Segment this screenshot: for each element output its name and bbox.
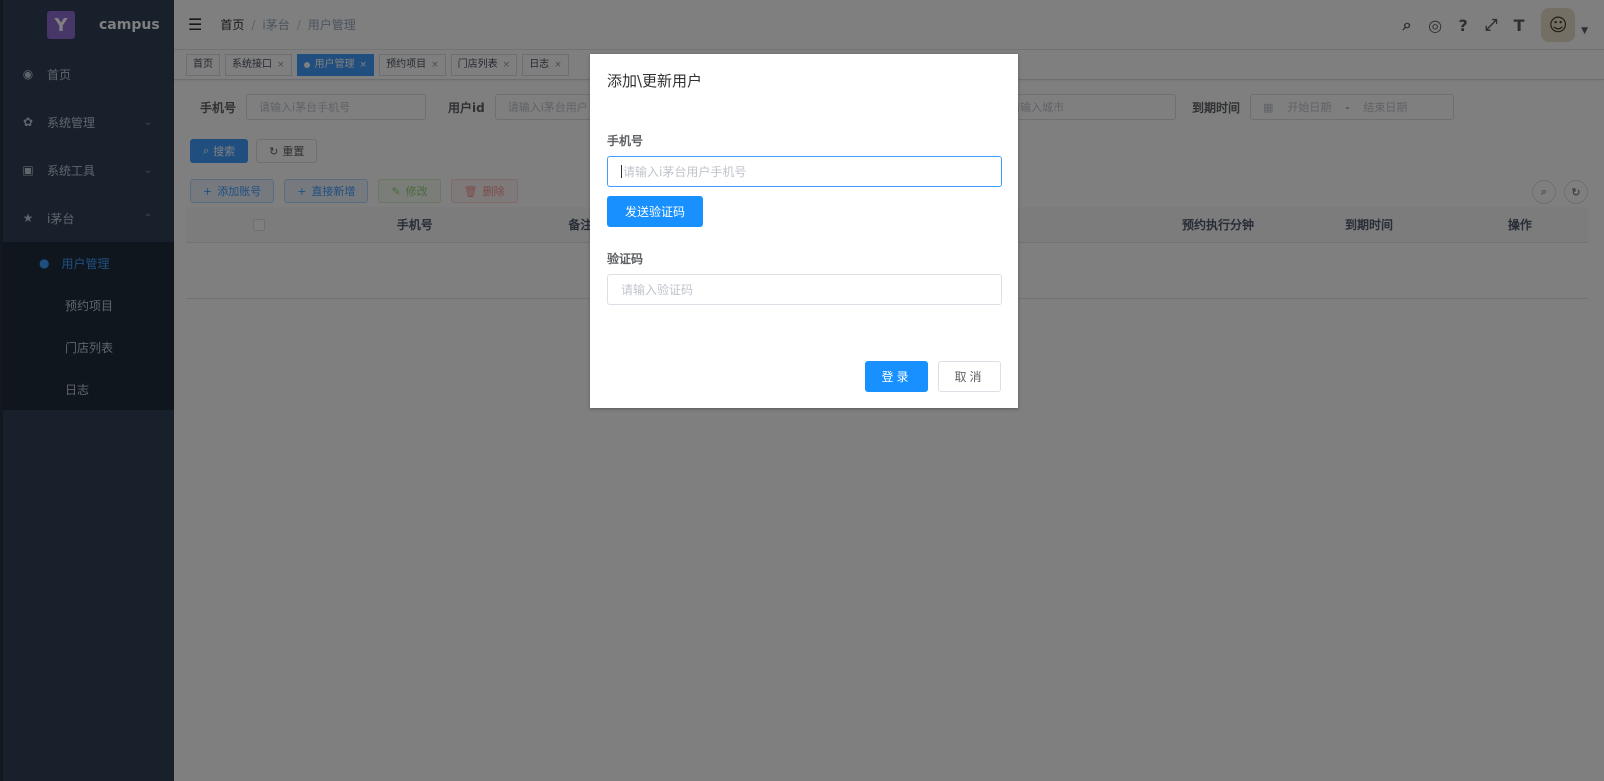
add-update-user-dialog: 添加\更新用户 手机号 请输入i茅台用户手机号 发送验证码 验证码 请输入验证码… [590, 54, 1018, 408]
placeholder-text: 请输入验证码 [621, 283, 694, 297]
code-field-label: 验证码 [607, 252, 644, 266]
send-code-button[interactable]: 发送验证码 [607, 196, 703, 227]
cancel-button[interactable]: 取消 [938, 361, 1001, 392]
text-cursor [621, 165, 622, 178]
phone-field-label: 手机号 [607, 134, 644, 148]
dialog-title: 添加\更新用户 [607, 72, 703, 90]
code-field[interactable]: 请输入验证码 [607, 274, 1002, 305]
login-button[interactable]: 登录 [865, 361, 928, 392]
phone-field[interactable]: 请输入i茅台用户手机号 [607, 156, 1002, 187]
placeholder-text: 请输入i茅台用户手机号 [623, 165, 747, 179]
